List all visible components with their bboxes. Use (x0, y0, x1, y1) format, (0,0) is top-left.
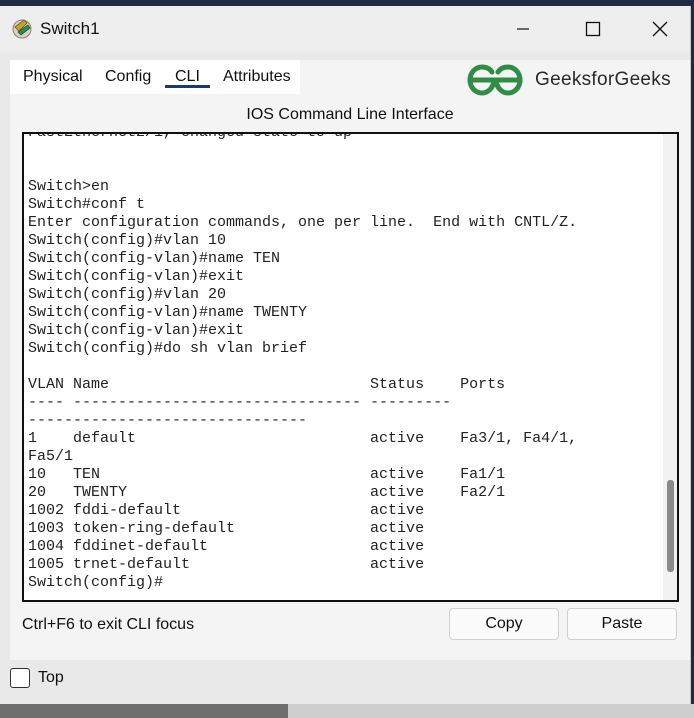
cli-line: Switch(config-vlan)#exit (28, 268, 245, 285)
desktop-background-right (288, 704, 694, 718)
cli-line: Switch(config)# (28, 574, 164, 591)
cli-line: 20 TWENTY active Fa2/1 (28, 484, 506, 501)
cli-line (28, 358, 658, 376)
cli-line: Switch(config)#vlan 20 (28, 286, 227, 303)
close-button[interactable] (630, 6, 690, 52)
tab-cli[interactable]: CLI (165, 60, 210, 94)
tab-panel: Physical Config CLI Attributes GeeksforG… (10, 60, 690, 660)
cli-line: VLAN Name Status Ports (28, 376, 506, 393)
cli-scrollbar[interactable] (663, 134, 677, 600)
cli-line: Switch(config)#vlan 10 (28, 232, 227, 249)
window-title: Switch1 (40, 19, 100, 38)
tab-physical[interactable]: Physical (23, 60, 83, 94)
tab-config[interactable]: Config (105, 60, 151, 94)
geeksforgeeks-logo-icon (465, 62, 525, 98)
cli-line: Switch(config-vlan)#name TEN (28, 250, 281, 267)
desktop-background (0, 704, 694, 718)
cli-line: 1002 fddi-default active (28, 502, 425, 519)
cli-line: 1004 fddinet-default active (28, 538, 425, 555)
switch-window: Switch1 Physical Config CLI Attributes G… (0, 6, 691, 704)
cli-line: Switch#conf t (28, 196, 146, 213)
switch-app-icon (10, 17, 34, 41)
window-content: Physical Config CLI Attributes GeeksforG… (0, 52, 690, 704)
cli-line: 1005 trnet-default active (28, 556, 425, 573)
cli-line: Switch>en (28, 178, 110, 195)
cli-line: FastEthernet2/1, changed state to up (28, 132, 353, 141)
cli-output: FastEthernet2/1, changed state to up Swit… (28, 132, 658, 592)
title-bar[interactable]: Switch1 (0, 6, 690, 52)
maximize-icon (585, 21, 601, 37)
top-checkbox-label: Top (38, 669, 64, 686)
cli-line: 1003 token-ring-default active (28, 520, 425, 537)
cli-focus-hint: Ctrl+F6 to exit CLI focus (22, 616, 195, 633)
cli-line: Switch(config)#do sh vlan brief (28, 340, 308, 357)
cli-line: ------------------------------- (28, 412, 308, 429)
geeksforgeeks-watermark-text: GeeksforGeeks (535, 69, 671, 90)
cli-line: 1 default active Fa3/1, Fa4/1, (28, 430, 578, 447)
top-checkbox[interactable] (10, 668, 30, 688)
cli-line: Enter configuration commands, one per li… (28, 214, 578, 231)
tab-bar: Physical Config CLI Attributes (10, 60, 300, 94)
cli-scroll-thumb[interactable] (667, 480, 674, 572)
cli-line (28, 142, 658, 160)
close-icon (652, 21, 668, 37)
minimize-button[interactable] (488, 6, 558, 52)
copy-button[interactable]: Copy (449, 608, 559, 640)
paste-button[interactable]: Paste (567, 608, 677, 640)
cli-heading: IOS Command Line Interface (246, 106, 454, 123)
cli-line: 10 TEN active Fa1/1 (28, 466, 506, 483)
cli-line: Switch(config-vlan)#name TWENTY (28, 304, 308, 321)
cli-line (28, 160, 658, 178)
cli-console[interactable]: FastEthernet2/1, changed state to up Swit… (22, 132, 679, 602)
cli-line: ---- -------------------------------- --… (28, 394, 452, 411)
cli-line: Switch(config-vlan)#exit (28, 322, 245, 339)
minimize-icon (517, 28, 529, 30)
cli-line: Fa5/1 (28, 448, 74, 465)
maximize-button[interactable] (558, 6, 628, 52)
tab-attributes[interactable]: Attributes (223, 60, 291, 94)
